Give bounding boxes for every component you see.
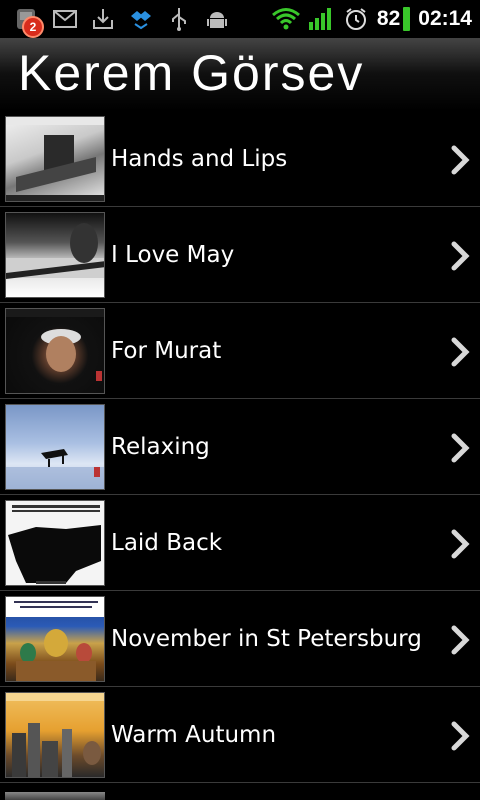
album-cover-image bbox=[5, 308, 105, 394]
clock: 02:14 bbox=[418, 7, 472, 30]
chevron-right-icon bbox=[451, 241, 470, 271]
album-row-i-love-may[interactable]: I Love May bbox=[0, 207, 480, 303]
album-title: Relaxing bbox=[111, 434, 210, 460]
album-list: Hands and Lips I Love May For Murat Rela… bbox=[0, 111, 480, 800]
signal-icon bbox=[307, 6, 333, 32]
album-row-relaxing[interactable]: Relaxing bbox=[0, 399, 480, 495]
android-debug-icon[interactable] bbox=[204, 6, 230, 32]
notification-count-badge: 2 bbox=[22, 16, 44, 38]
artist-header-banner: Kerem Görsev bbox=[0, 38, 480, 111]
album-title: For Murat bbox=[111, 338, 222, 364]
album-row-november-in-st-petersburg[interactable]: November in St Petersburg bbox=[0, 591, 480, 687]
gmail-icon[interactable] bbox=[52, 6, 78, 32]
notification-app-icon[interactable]: 2 bbox=[14, 6, 44, 38]
album-title: November in St Petersburg bbox=[111, 626, 422, 652]
album-title: Hands and Lips bbox=[111, 146, 288, 172]
artist-name-title: Kerem Görsev bbox=[18, 45, 365, 101]
album-row-warm-autumn[interactable]: Warm Autumn bbox=[0, 687, 480, 783]
battery-percent: 82 bbox=[376, 7, 401, 30]
album-cover-image bbox=[5, 692, 105, 778]
wifi-icon bbox=[271, 6, 300, 32]
chevron-right-icon bbox=[451, 625, 470, 655]
album-cover-partial bbox=[5, 792, 105, 800]
battery-level-icon bbox=[403, 7, 411, 31]
chevron-right-icon bbox=[451, 721, 470, 751]
usb-icon[interactable] bbox=[166, 6, 192, 32]
album-title: Laid Back bbox=[111, 530, 223, 556]
chevron-right-icon bbox=[451, 337, 470, 367]
album-row-hands-and-lips[interactable]: Hands and Lips bbox=[0, 111, 480, 207]
album-cover-image bbox=[5, 500, 105, 586]
dropbox-icon[interactable] bbox=[128, 6, 154, 32]
chevron-right-icon bbox=[451, 145, 470, 175]
status-bar-left: 2 bbox=[14, 0, 242, 38]
chevron-right-icon bbox=[451, 433, 470, 463]
album-row-laid-back[interactable]: Laid Back bbox=[0, 495, 480, 591]
album-cover-image bbox=[5, 212, 105, 298]
status-bar: 2 82 02:14 bbox=[0, 0, 480, 38]
download-icon[interactable] bbox=[90, 6, 116, 32]
album-cover-image bbox=[5, 404, 105, 490]
album-title: Warm Autumn bbox=[111, 722, 277, 748]
chevron-right-icon bbox=[451, 529, 470, 559]
status-bar-right: 82 02:14 bbox=[267, 0, 472, 38]
album-cover-image bbox=[5, 596, 105, 682]
album-row-for-murat[interactable]: For Murat bbox=[0, 303, 480, 399]
album-cover-image bbox=[5, 116, 105, 202]
album-title: I Love May bbox=[111, 242, 235, 268]
alarm-icon bbox=[343, 6, 369, 32]
